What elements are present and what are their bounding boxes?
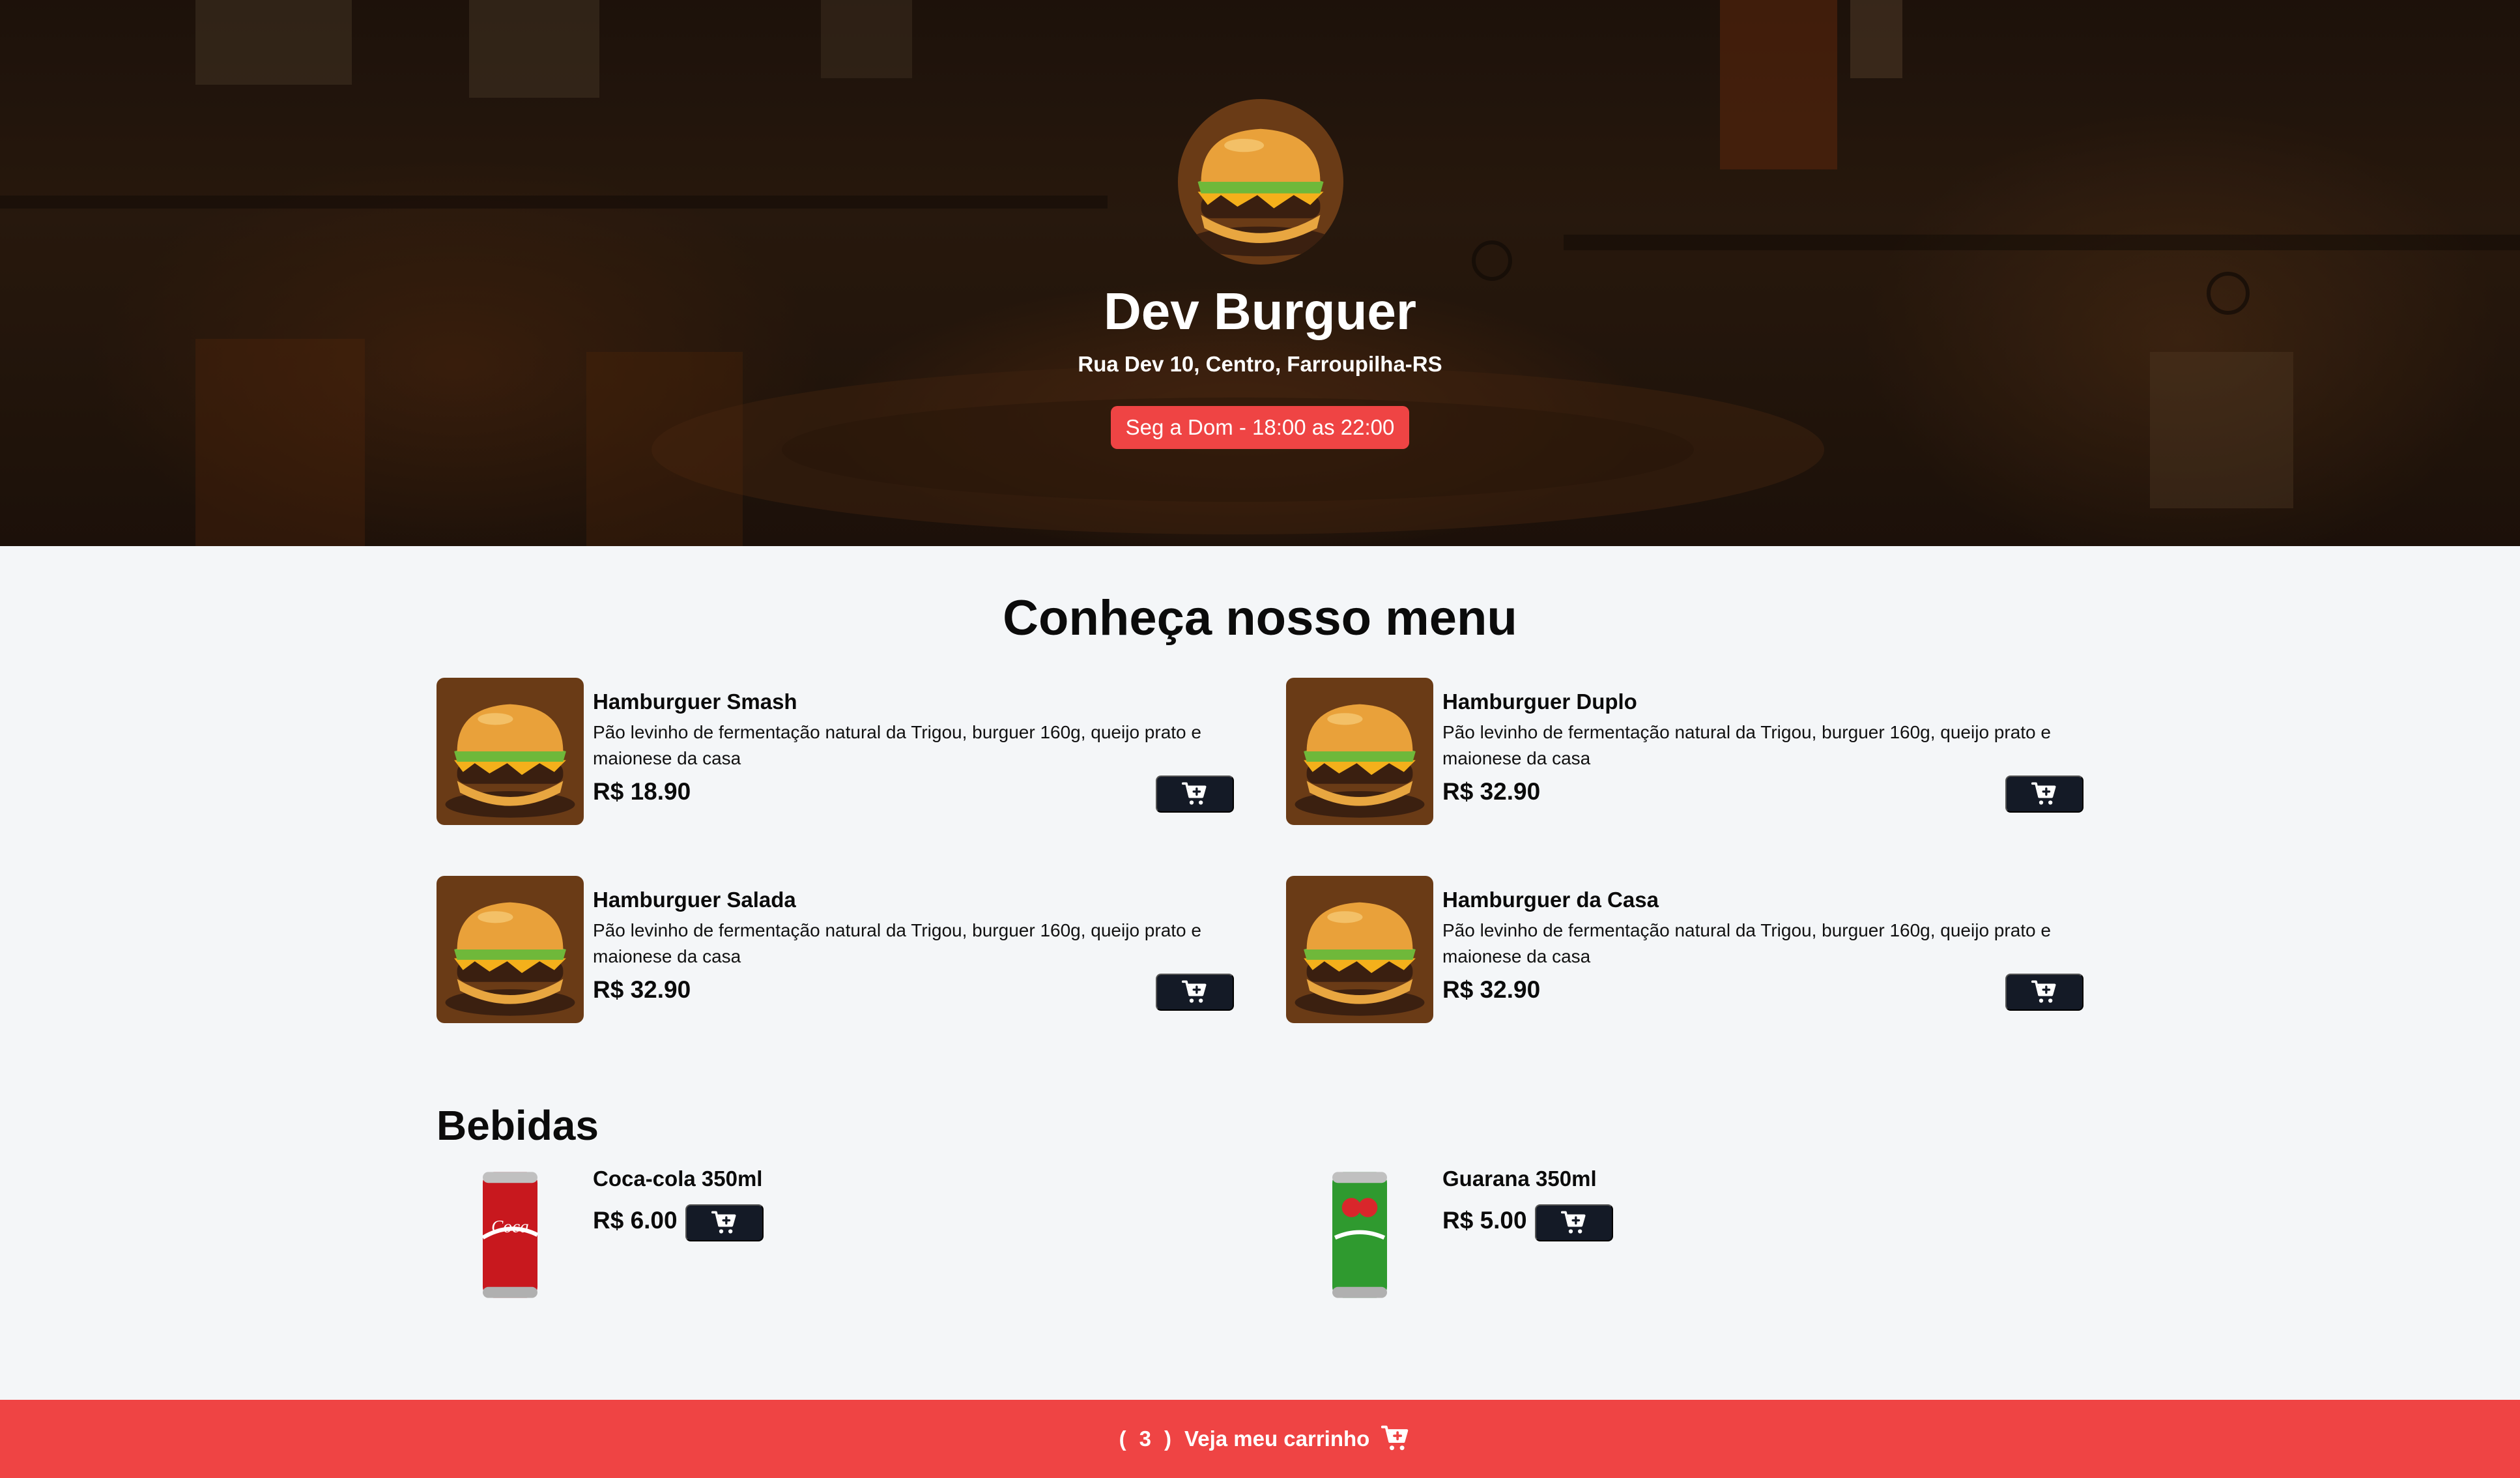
cart-plus-icon <box>1561 1210 1587 1236</box>
product-price: R$ 32.90 <box>1442 976 1541 1003</box>
product-price: R$ 32.90 <box>1442 778 1541 805</box>
cart-footer-bar: ( 3 ) Veja meu carrinho <box>0 1400 2520 1478</box>
product-price: R$ 5.00 <box>1442 1207 1527 1234</box>
product-image <box>437 1166 584 1303</box>
cart-icon <box>1381 1425 1410 1453</box>
cart-plus-icon <box>711 1210 737 1236</box>
product-image <box>1286 678 1433 825</box>
cart-count-open-paren: ( <box>1119 1427 1126 1451</box>
cart-plus-icon <box>1182 781 1208 807</box>
product-price: R$ 6.00 <box>593 1207 678 1234</box>
menu-item: Hamburguer Duplo Pão levinho de fermenta… <box>1286 678 2085 825</box>
cart-count: 3 <box>1139 1427 1152 1451</box>
product-image <box>1286 876 1433 1023</box>
product-image <box>1286 1166 1433 1303</box>
drink-item: Coca-cola 350ml R$ 6.00 <box>437 1166 1235 1310</box>
product-price: R$ 18.90 <box>593 778 691 805</box>
menu-item: Hamburguer Salada Pão levinho de ferment… <box>437 876 1235 1023</box>
product-name: Coca-cola 350ml <box>593 1166 763 1191</box>
product-description: Pão levinho de fermentação natural da Tr… <box>593 722 1201 768</box>
menu-item: Hamburguer da Casa Pão levinho de fermen… <box>1286 876 2085 1023</box>
add-to-cart-button[interactable] <box>1156 974 1234 1011</box>
product-name: Hamburguer Smash <box>593 689 797 714</box>
product-description: Pão levinho de fermentação natural da Tr… <box>593 920 1201 966</box>
cart-plus-icon <box>2031 781 2057 807</box>
restaurant-name: Dev Burguer <box>1103 282 1417 340</box>
product-description: Pão levinho de fermentação natural da Tr… <box>1442 722 2051 768</box>
add-to-cart-button[interactable] <box>1156 775 1234 813</box>
view-cart-button[interactable]: ( 3 ) Veja meu carrinho <box>1110 1425 1410 1453</box>
drink-item: Guarana 350ml R$ 5.00 <box>1286 1166 2085 1310</box>
add-to-cart-button[interactable] <box>2005 775 2083 813</box>
opening-hours-badge: Seg a Dom - 18:00 as 22:00 <box>1111 406 1409 449</box>
hero-overlay <box>0 0 2520 546</box>
cart-plus-icon <box>1182 979 1208 1006</box>
add-to-cart-button[interactable] <box>685 1204 764 1241</box>
product-price: R$ 32.90 <box>593 976 691 1003</box>
add-to-cart-button[interactable] <box>1535 1204 1613 1241</box>
product-name: Guarana 350ml <box>1442 1166 1597 1191</box>
hero-header: Dev Burguer Rua Dev 10, Centro, Farroupi… <box>0 0 2520 546</box>
add-to-cart-button[interactable] <box>2005 974 2083 1011</box>
product-name: Hamburguer da Casa <box>1442 888 1659 912</box>
restaurant-address: Rua Dev 10, Centro, Farroupilha-RS <box>1078 352 1442 376</box>
menu-title: Conheça nosso menu <box>1003 590 1517 646</box>
view-cart-label: Veja meu carrinho <box>1184 1427 1370 1451</box>
restaurant-logo <box>1178 99 1343 265</box>
product-image <box>437 876 584 1023</box>
product-name: Hamburguer Salada <box>593 888 796 912</box>
product-name: Hamburguer Duplo <box>1442 689 1637 714</box>
cart-plus-icon <box>2031 979 2057 1006</box>
product-description: Pão levinho de fermentação natural da Tr… <box>1442 920 2051 966</box>
menu-item: Hamburguer Smash Pão levinho de fermenta… <box>437 678 1235 825</box>
product-image <box>437 678 584 825</box>
drinks-section-title: Bebidas <box>437 1102 599 1149</box>
cart-count-close-paren: ) <box>1164 1427 1172 1451</box>
